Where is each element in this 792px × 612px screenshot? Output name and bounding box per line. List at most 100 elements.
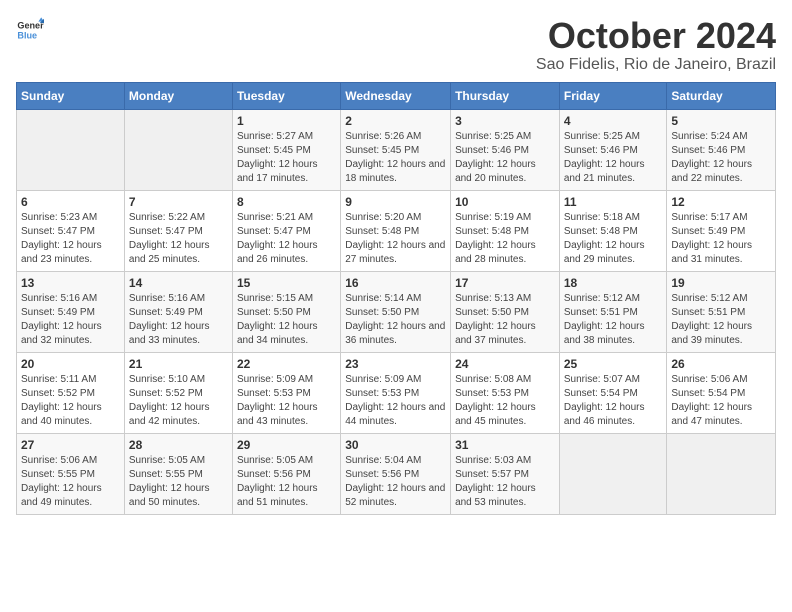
calendar-cell: 23 Sunrise: 5:09 AMSunset: 5:53 PMDayligh… — [341, 352, 451, 433]
calendar-cell: 10 Sunrise: 5:19 AMSunset: 5:48 PMDayligh… — [451, 190, 560, 271]
day-number: 10 — [455, 195, 555, 209]
calendar-cell — [17, 109, 125, 190]
day-info: Sunrise: 5:12 AMSunset: 5:51 PMDaylight:… — [671, 292, 771, 348]
calendar-cell: 19 Sunrise: 5:12 AMSunset: 5:51 PMDayligh… — [667, 271, 776, 352]
day-number: 14 — [129, 276, 228, 290]
day-number: 5 — [671, 114, 771, 128]
day-number: 22 — [237, 357, 336, 371]
calendar-cell — [667, 433, 776, 514]
calendar-subtitle: Sao Fidelis, Rio de Janeiro, Brazil — [536, 56, 776, 74]
calendar-header-row: SundayMondayTuesdayWednesdayThursdayFrid… — [17, 82, 776, 109]
day-info: Sunrise: 5:12 AMSunset: 5:51 PMDaylight:… — [564, 292, 663, 348]
calendar-cell: 1 Sunrise: 5:27 AMSunset: 5:45 PMDaylight… — [232, 109, 340, 190]
day-info: Sunrise: 5:25 AMSunset: 5:46 PMDaylight:… — [455, 130, 555, 186]
day-info: Sunrise: 5:06 AMSunset: 5:54 PMDaylight:… — [671, 373, 771, 429]
day-info: Sunrise: 5:27 AMSunset: 5:45 PMDaylight:… — [237, 130, 336, 186]
day-number: 23 — [345, 357, 446, 371]
day-info: Sunrise: 5:16 AMSunset: 5:49 PMDaylight:… — [129, 292, 228, 348]
day-number: 24 — [455, 357, 555, 371]
day-number: 31 — [455, 438, 555, 452]
day-number: 20 — [21, 357, 120, 371]
day-info: Sunrise: 5:06 AMSunset: 5:55 PMDaylight:… — [21, 454, 120, 510]
day-number: 27 — [21, 438, 120, 452]
day-info: Sunrise: 5:25 AMSunset: 5:46 PMDaylight:… — [564, 130, 663, 186]
header-monday: Monday — [124, 82, 232, 109]
calendar-cell: 25 Sunrise: 5:07 AMSunset: 5:54 PMDayligh… — [559, 352, 667, 433]
calendar-cell: 4 Sunrise: 5:25 AMSunset: 5:46 PMDaylight… — [559, 109, 667, 190]
day-info: Sunrise: 5:05 AMSunset: 5:55 PMDaylight:… — [129, 454, 228, 510]
calendar-cell: 7 Sunrise: 5:22 AMSunset: 5:47 PMDaylight… — [124, 190, 232, 271]
day-number: 7 — [129, 195, 228, 209]
calendar-cell: 3 Sunrise: 5:25 AMSunset: 5:46 PMDaylight… — [451, 109, 560, 190]
day-info: Sunrise: 5:16 AMSunset: 5:49 PMDaylight:… — [21, 292, 120, 348]
day-number: 3 — [455, 114, 555, 128]
calendar-cell: 20 Sunrise: 5:11 AMSunset: 5:52 PMDayligh… — [17, 352, 125, 433]
header-friday: Friday — [559, 82, 667, 109]
day-info: Sunrise: 5:20 AMSunset: 5:48 PMDaylight:… — [345, 211, 446, 267]
day-number: 29 — [237, 438, 336, 452]
day-number: 19 — [671, 276, 771, 290]
day-info: Sunrise: 5:09 AMSunset: 5:53 PMDaylight:… — [237, 373, 336, 429]
calendar-cell: 18 Sunrise: 5:12 AMSunset: 5:51 PMDayligh… — [559, 271, 667, 352]
day-info: Sunrise: 5:21 AMSunset: 5:47 PMDaylight:… — [237, 211, 336, 267]
day-info: Sunrise: 5:17 AMSunset: 5:49 PMDaylight:… — [671, 211, 771, 267]
day-number: 9 — [345, 195, 446, 209]
day-info: Sunrise: 5:04 AMSunset: 5:56 PMDaylight:… — [345, 454, 446, 510]
day-number: 4 — [564, 114, 663, 128]
day-info: Sunrise: 5:15 AMSunset: 5:50 PMDaylight:… — [237, 292, 336, 348]
title-area: October 2024 Sao Fidelis, Rio de Janeiro… — [536, 16, 776, 74]
day-info: Sunrise: 5:13 AMSunset: 5:50 PMDaylight:… — [455, 292, 555, 348]
calendar-cell: 31 Sunrise: 5:03 AMSunset: 5:57 PMDayligh… — [451, 433, 560, 514]
header-thursday: Thursday — [451, 82, 560, 109]
calendar-cell: 2 Sunrise: 5:26 AMSunset: 5:45 PMDaylight… — [341, 109, 451, 190]
logo: General Blue — [16, 16, 44, 44]
calendar-week-row: 1 Sunrise: 5:27 AMSunset: 5:45 PMDaylight… — [17, 109, 776, 190]
day-number: 25 — [564, 357, 663, 371]
calendar-cell: 22 Sunrise: 5:09 AMSunset: 5:53 PMDayligh… — [232, 352, 340, 433]
calendar-cell: 30 Sunrise: 5:04 AMSunset: 5:56 PMDayligh… — [341, 433, 451, 514]
calendar-week-row: 13 Sunrise: 5:16 AMSunset: 5:49 PMDayligh… — [17, 271, 776, 352]
day-number: 6 — [21, 195, 120, 209]
calendar-cell: 29Sunrise: 5:05 AMSunset: 5:56 PMDayligh… — [232, 433, 340, 514]
day-number: 30 — [345, 438, 446, 452]
day-info: Sunrise: 5:11 AMSunset: 5:52 PMDaylight:… — [21, 373, 120, 429]
calendar-cell: 26Sunrise: 5:06 AMSunset: 5:54 PMDayligh… — [667, 352, 776, 433]
calendar-cell: 5 Sunrise: 5:24 AMSunset: 5:46 PMDaylight… — [667, 109, 776, 190]
svg-text:General: General — [17, 21, 44, 31]
day-info: Sunrise: 5:22 AMSunset: 5:47 PMDaylight:… — [129, 211, 228, 267]
day-number: 8 — [237, 195, 336, 209]
calendar-cell: 12 Sunrise: 5:17 AMSunset: 5:49 PMDayligh… — [667, 190, 776, 271]
calendar-cell: 11Sunrise: 5:18 AMSunset: 5:48 PMDayligh… — [559, 190, 667, 271]
header-wednesday: Wednesday — [341, 82, 451, 109]
day-number: 12 — [671, 195, 771, 209]
day-info: Sunrise: 5:03 AMSunset: 5:57 PMDaylight:… — [455, 454, 555, 510]
page-header: General Blue October 2024 Sao Fidelis, R… — [16, 16, 776, 74]
day-number: 28 — [129, 438, 228, 452]
calendar-cell: 6 Sunrise: 5:23 AMSunset: 5:47 PMDaylight… — [17, 190, 125, 271]
day-number: 16 — [345, 276, 446, 290]
day-number: 13 — [21, 276, 120, 290]
day-number: 18 — [564, 276, 663, 290]
calendar-week-row: 6 Sunrise: 5:23 AMSunset: 5:47 PMDaylight… — [17, 190, 776, 271]
day-number: 2 — [345, 114, 446, 128]
calendar-cell: 28 Sunrise: 5:05 AMSunset: 5:55 PMDayligh… — [124, 433, 232, 514]
day-info: Sunrise: 5:08 AMSunset: 5:53 PMDaylight:… — [455, 373, 555, 429]
day-info: Sunrise: 5:09 AMSunset: 5:53 PMDaylight:… — [345, 373, 446, 429]
day-info: Sunrise: 5:18 AMSunset: 5:48 PMDaylight:… — [564, 211, 663, 267]
calendar-cell: 14 Sunrise: 5:16 AMSunset: 5:49 PMDayligh… — [124, 271, 232, 352]
day-info: Sunrise: 5:07 AMSunset: 5:54 PMDaylight:… — [564, 373, 663, 429]
calendar-cell: 21Sunrise: 5:10 AMSunset: 5:52 PMDayligh… — [124, 352, 232, 433]
day-info: Sunrise: 5:23 AMSunset: 5:47 PMDaylight:… — [21, 211, 120, 267]
day-number: 17 — [455, 276, 555, 290]
day-info: Sunrise: 5:19 AMSunset: 5:48 PMDaylight:… — [455, 211, 555, 267]
calendar-cell: 8 Sunrise: 5:21 AMSunset: 5:47 PMDaylight… — [232, 190, 340, 271]
day-info: Sunrise: 5:26 AMSunset: 5:45 PMDaylight:… — [345, 130, 446, 186]
day-info: Sunrise: 5:10 AMSunset: 5:52 PMDaylight:… — [129, 373, 228, 429]
calendar-cell — [124, 109, 232, 190]
calendar-cell: 16Sunrise: 5:14 AMSunset: 5:50 PMDayligh… — [341, 271, 451, 352]
calendar-cell: 15Sunrise: 5:15 AMSunset: 5:50 PMDayligh… — [232, 271, 340, 352]
calendar-cell: 24 Sunrise: 5:08 AMSunset: 5:53 PMDayligh… — [451, 352, 560, 433]
day-number: 1 — [237, 114, 336, 128]
day-info: Sunrise: 5:24 AMSunset: 5:46 PMDaylight:… — [671, 130, 771, 186]
logo-icon: General Blue — [16, 16, 44, 44]
